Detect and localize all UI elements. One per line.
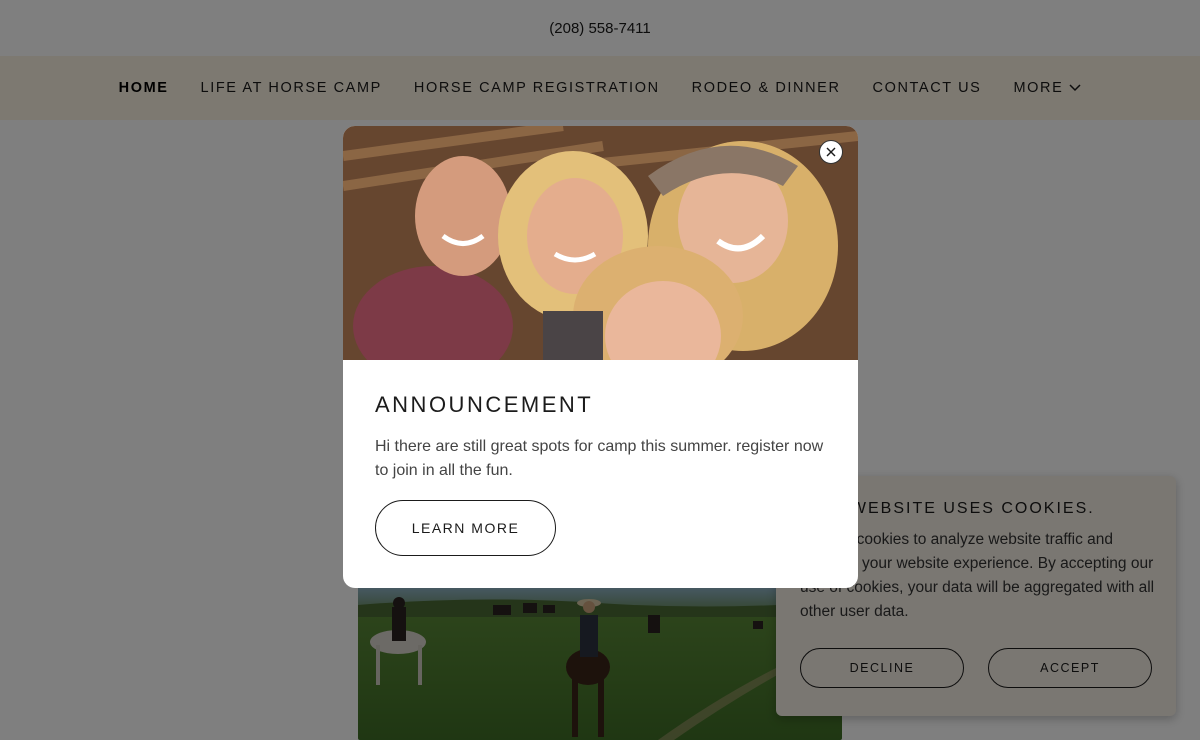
announcement-modal: ANNOUNCEMENT Hi there are still great sp… (343, 126, 858, 588)
close-modal-button[interactable] (819, 140, 843, 164)
modal-title: ANNOUNCEMENT (375, 392, 594, 417)
modal-body-text: Hi there are still great spots for camp … (375, 438, 824, 479)
group-selfie-photo (343, 126, 858, 391)
close-icon (826, 147, 836, 157)
learn-more-button[interactable]: LEARN MORE (375, 500, 556, 556)
